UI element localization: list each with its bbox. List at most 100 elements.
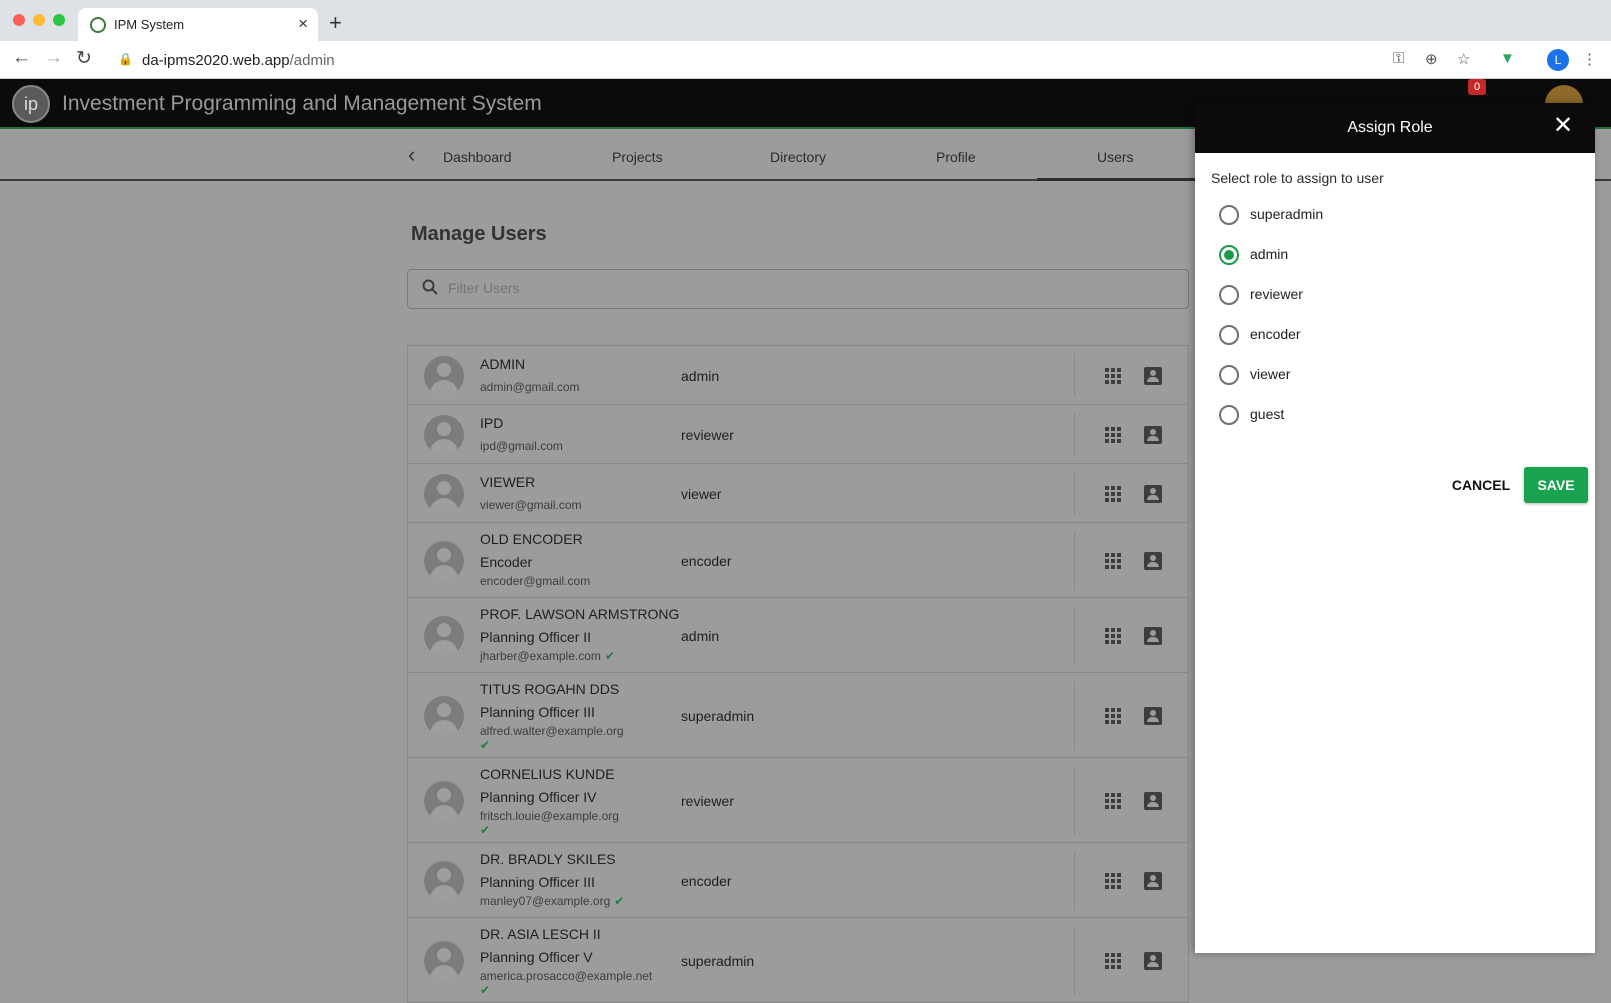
maximize-window-button[interactable]	[53, 14, 65, 26]
contact-card-icon[interactable]	[1144, 871, 1162, 890]
user-row[interactable]: DR. ASIA LESCH II Planning Officer V ameri…	[408, 918, 1188, 1003]
user-role: admin	[681, 627, 720, 644]
user-email-text: encoder@gmail.com	[480, 574, 591, 588]
row-divider	[1074, 531, 1075, 590]
role-option-label: superadmin	[1250, 206, 1324, 222]
assign-role-dialog: Assign Role ✕ Select role to assign to u…	[1195, 103, 1595, 953]
user-name: DR. ASIA LESCH II	[480, 926, 601, 942]
address-bar[interactable]: 🔒 da-ipms2020.web.app/admin	[108, 46, 1588, 74]
apps-grid-icon[interactable]	[1104, 426, 1122, 444]
radio-button[interactable]	[1219, 365, 1239, 385]
apps-grid-icon[interactable]	[1104, 792, 1122, 810]
row-divider	[1074, 681, 1075, 750]
forward-arrow-icon[interactable]: →	[44, 47, 63, 69]
close-tab-icon[interactable]: ×	[298, 14, 308, 34]
apps-grid-icon[interactable]	[1104, 367, 1122, 385]
user-avatar-icon	[424, 615, 464, 656]
row-divider	[1074, 606, 1075, 665]
app-logo[interactable]: ip	[12, 85, 50, 123]
save-button[interactable]: SAVE	[1524, 467, 1588, 503]
user-name: CORNELIUS KUNDE	[480, 766, 615, 782]
user-email-text: jharber@example.com	[480, 649, 601, 663]
apps-grid-icon[interactable]	[1104, 627, 1122, 645]
new-tab-icon[interactable]: +	[329, 10, 342, 36]
apps-grid-icon[interactable]	[1104, 872, 1122, 890]
user-avatar-icon	[424, 540, 464, 581]
user-email: encoder@gmail.com	[480, 574, 590, 588]
star-icon[interactable]: ☆	[1457, 50, 1470, 68]
apps-grid-icon[interactable]	[1104, 485, 1122, 503]
user-position: Planning Officer IV	[480, 789, 597, 805]
close-window-button[interactable]	[13, 14, 25, 26]
user-role: reviewer	[681, 426, 734, 443]
browser-tab-strip: IPM System × +	[0, 0, 1611, 42]
contact-card-icon[interactable]	[1144, 626, 1162, 645]
user-email-text: fritsch.louie@example.org	[480, 809, 619, 823]
role-option-label: encoder	[1250, 326, 1301, 342]
minimize-window-button[interactable]	[33, 14, 45, 26]
user-row[interactable]: PROF. LAWSON ARMSTRONG Planning Officer I…	[408, 598, 1188, 673]
apps-grid-icon[interactable]	[1104, 552, 1122, 570]
user-row[interactable]: IPD ipd@gmail.com reviewer	[408, 405, 1188, 464]
radio-button[interactable]	[1219, 285, 1239, 305]
contact-card-icon[interactable]	[1144, 425, 1162, 444]
role-option-label: viewer	[1250, 366, 1291, 382]
contact-card-icon[interactable]	[1144, 951, 1162, 970]
url-text: da-ipms2020.web.app/admin	[142, 52, 335, 69]
radio-button[interactable]	[1219, 205, 1239, 225]
user-avatar-icon	[424, 695, 464, 736]
tab-projects[interactable]: Projects	[612, 149, 663, 165]
tab-users[interactable]: Users	[1097, 149, 1134, 165]
filter-users-field[interactable]	[407, 269, 1189, 309]
user-row[interactable]: TITUS ROGAHN DDS Planning Officer III alfr…	[408, 673, 1188, 758]
user-row[interactable]: OLD ENCODER Encoder encoder@gmail.com encod…	[408, 523, 1188, 598]
user-email: alfred.walter@example.org ✔	[480, 724, 624, 752]
contact-card-icon[interactable]	[1144, 484, 1162, 503]
add-circle-icon[interactable]: ⊕	[1425, 50, 1438, 68]
verified-check-icon: ✔	[614, 894, 625, 908]
user-row[interactable]: ADMIN admin@gmail.com admin	[408, 346, 1188, 405]
user-email-text: admin@gmail.com	[480, 380, 580, 394]
user-name: DR. BRADLY SKILES	[480, 851, 616, 867]
radio-button[interactable]	[1219, 325, 1239, 345]
contact-card-icon[interactable]	[1144, 551, 1162, 570]
user-position: Planning Officer III	[480, 704, 595, 720]
verified-check-icon: ✔	[480, 738, 491, 752]
back-arrow-icon[interactable]: ←	[12, 47, 31, 69]
contact-card-icon[interactable]	[1144, 366, 1162, 385]
tab-dashboard[interactable]: Dashboard	[443, 149, 512, 165]
user-email: jharber@example.com ✔	[480, 649, 615, 663]
apps-grid-icon[interactable]	[1104, 707, 1122, 725]
tab-directory[interactable]: Directory	[770, 149, 826, 165]
cancel-button[interactable]: CANCEL	[1449, 467, 1513, 503]
role-option-label: admin	[1250, 246, 1289, 262]
tab-profile[interactable]: Profile	[936, 149, 976, 165]
browser-tab[interactable]: IPM System ×	[78, 8, 318, 42]
key-icon[interactable]: ⚿	[1393, 50, 1404, 67]
user-row[interactable]: VIEWER viewer@gmail.com viewer	[408, 464, 1188, 523]
reload-icon[interactable]: ↻	[76, 47, 92, 70]
user-name: IPD	[480, 415, 504, 431]
user-name: ADMIN	[480, 356, 526, 372]
favicon-icon	[90, 17, 106, 33]
chevron-left-icon[interactable]: ‹	[408, 142, 415, 168]
user-row[interactable]: CORNELIUS KUNDE Planning Officer IV fritsc…	[408, 758, 1188, 843]
contact-card-icon[interactable]	[1144, 706, 1162, 725]
user-email: viewer@gmail.com	[480, 498, 582, 512]
user-avatar-icon	[424, 355, 464, 396]
user-position: Planning Officer II	[480, 629, 592, 645]
user-avatar-icon	[424, 414, 464, 455]
profile-avatar[interactable]: L	[1547, 49, 1569, 71]
apps-grid-icon[interactable]	[1104, 952, 1122, 970]
radio-button[interactable]	[1219, 245, 1239, 265]
menu-dots-icon[interactable]: ⋮	[1582, 50, 1597, 68]
contact-card-icon[interactable]	[1144, 791, 1162, 810]
user-email-text: ipd@gmail.com	[480, 439, 563, 453]
user-role: superadmin	[681, 952, 755, 969]
close-icon[interactable]: ✕	[1553, 114, 1573, 138]
user-row[interactable]: DR. BRADLY SKILES Planning Officer III man…	[408, 843, 1188, 918]
filter-users-input[interactable]	[448, 280, 1148, 296]
radio-button[interactable]	[1219, 405, 1239, 425]
vue-extension-icon[interactable]: ▼	[1500, 50, 1515, 67]
user-role: admin	[681, 367, 720, 384]
